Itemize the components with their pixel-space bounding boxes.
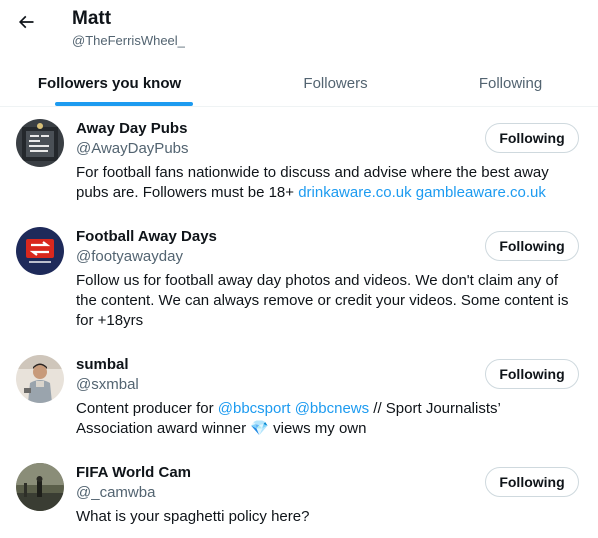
user-cell[interactable]: Away Day Pubs @AwayDayPubs For football … xyxy=(0,107,598,215)
bio-text: Content producer for xyxy=(76,400,218,417)
user-handle[interactable]: @sxmbal xyxy=(76,376,139,393)
tab-following[interactable]: Following xyxy=(423,60,598,106)
arrow-left-icon xyxy=(16,12,36,37)
user-bio: Follow us for football away day photos a… xyxy=(76,272,569,329)
page-subtitle-handle: @TheFerrisWheel_ xyxy=(72,33,185,48)
back-button[interactable] xyxy=(12,10,40,38)
user-bio: Content producer for @bbcsport @bbcnews … xyxy=(76,399,576,439)
following-button[interactable]: Following xyxy=(485,123,579,153)
profile-header: Matt @TheFerrisWheel_ xyxy=(0,0,598,60)
tab-label: Followers you know xyxy=(37,74,182,92)
user-display-name[interactable]: FIFA World Cam xyxy=(76,464,191,481)
user-display-name[interactable]: Football Away Days xyxy=(76,228,217,245)
tab-followers-you-know[interactable]: Followers you know xyxy=(0,60,248,106)
bio-link[interactable]: drinkaware.co.uk xyxy=(298,184,411,201)
following-button[interactable]: Following xyxy=(485,359,579,389)
user-cell[interactable]: FIFA World Cam @_camwba What is your spa… xyxy=(0,451,598,538)
user-display-name[interactable]: sumbal xyxy=(76,356,129,373)
user-cell[interactable]: Football Away Days @footyawayday Follow … xyxy=(0,215,598,343)
page-title: Matt xyxy=(72,8,112,29)
user-cell[interactable]: sumbal @sxmbal Content producer for @bbc… xyxy=(0,343,598,451)
active-tab-indicator xyxy=(55,102,193,106)
avatar[interactable] xyxy=(16,119,64,167)
bio-text: views my own xyxy=(268,420,367,437)
bio-mention[interactable]: @bbcsport xyxy=(218,400,291,417)
following-button[interactable]: Following xyxy=(485,467,579,497)
tab-label: Followers xyxy=(303,74,368,92)
avatar[interactable] xyxy=(16,463,64,511)
user-handle[interactable]: @AwayDayPubs xyxy=(76,140,189,157)
avatar[interactable] xyxy=(16,227,64,275)
tab-bar: Followers you know Followers Following xyxy=(0,60,598,107)
user-handle[interactable]: @_camwba xyxy=(76,484,155,501)
user-bio: For football fans nationwide to discuss … xyxy=(76,163,576,203)
bio-mention[interactable]: @bbcnews xyxy=(295,400,369,417)
tab-followers[interactable]: Followers xyxy=(248,60,423,106)
avatar[interactable] xyxy=(16,355,64,403)
tab-label: Following xyxy=(478,74,543,92)
user-handle[interactable]: @footyawayday xyxy=(76,248,183,265)
user-bio: What is your spaghetti policy here? xyxy=(76,508,310,525)
bio-link[interactable]: gambleaware.co.uk xyxy=(416,184,546,201)
user-display-name[interactable]: Away Day Pubs xyxy=(76,120,187,137)
gem-icon: 💎 xyxy=(250,420,269,437)
following-button[interactable]: Following xyxy=(485,231,579,261)
